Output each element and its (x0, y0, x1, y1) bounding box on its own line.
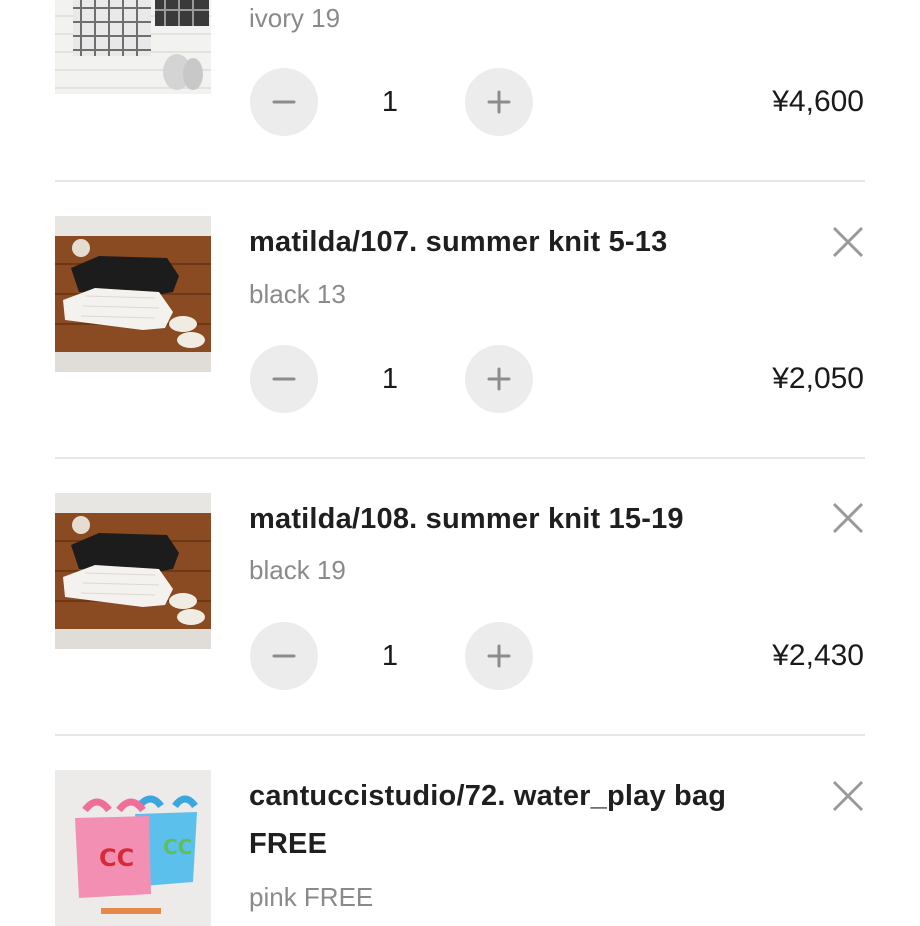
item-variant: black 19 (249, 555, 346, 585)
minus-icon (272, 377, 296, 381)
item-price: ¥2,430 (772, 639, 864, 672)
product-thumbnail[interactable] (55, 216, 211, 372)
item-variant: pink FREE (249, 882, 374, 912)
minus-icon (272, 654, 296, 658)
increase-quantity-button[interactable] (465, 345, 533, 413)
svg-text:CC: CC (163, 835, 192, 859)
increase-quantity-button[interactable] (465, 622, 533, 690)
svg-text:CC: CC (99, 844, 134, 872)
plus-icon (487, 644, 511, 668)
item-title[interactable]: matilda/108. summer knit 15-19 (249, 495, 769, 543)
item-title-line: cantuccistudio/72. water_play bag (249, 780, 727, 812)
divider (55, 180, 865, 182)
close-icon[interactable] (828, 776, 868, 816)
item-variant: black 13 (249, 279, 346, 309)
plus-icon (487, 367, 511, 391)
decrease-quantity-button[interactable] (250, 345, 318, 413)
minus-icon (272, 100, 296, 104)
close-icon[interactable] (828, 222, 868, 262)
item-title[interactable]: cantuccistudio/72. water_play bag FREE (249, 772, 769, 868)
plus-icon (487, 90, 511, 114)
item-title[interactable]: matilda/107. summer knit 5-13 (249, 218, 769, 266)
product-thumbnail[interactable]: CC CC (55, 770, 211, 926)
product-thumbnail[interactable] (55, 0, 211, 94)
item-price: ¥2,050 (772, 362, 864, 395)
decrease-quantity-button[interactable] (250, 622, 318, 690)
quantity-value: 1 (381, 640, 399, 672)
divider (55, 457, 865, 459)
item-variant: ivory 19 (249, 3, 341, 33)
quantity-value: 1 (381, 86, 399, 118)
close-icon[interactable] (828, 498, 868, 538)
increase-quantity-button[interactable] (465, 68, 533, 136)
divider (55, 734, 865, 736)
item-price: ¥4,600 (772, 85, 864, 118)
product-thumbnail[interactable] (55, 493, 211, 649)
quantity-value: 1 (381, 363, 399, 395)
decrease-quantity-button[interactable] (250, 68, 318, 136)
item-title-line: FREE (249, 828, 328, 860)
